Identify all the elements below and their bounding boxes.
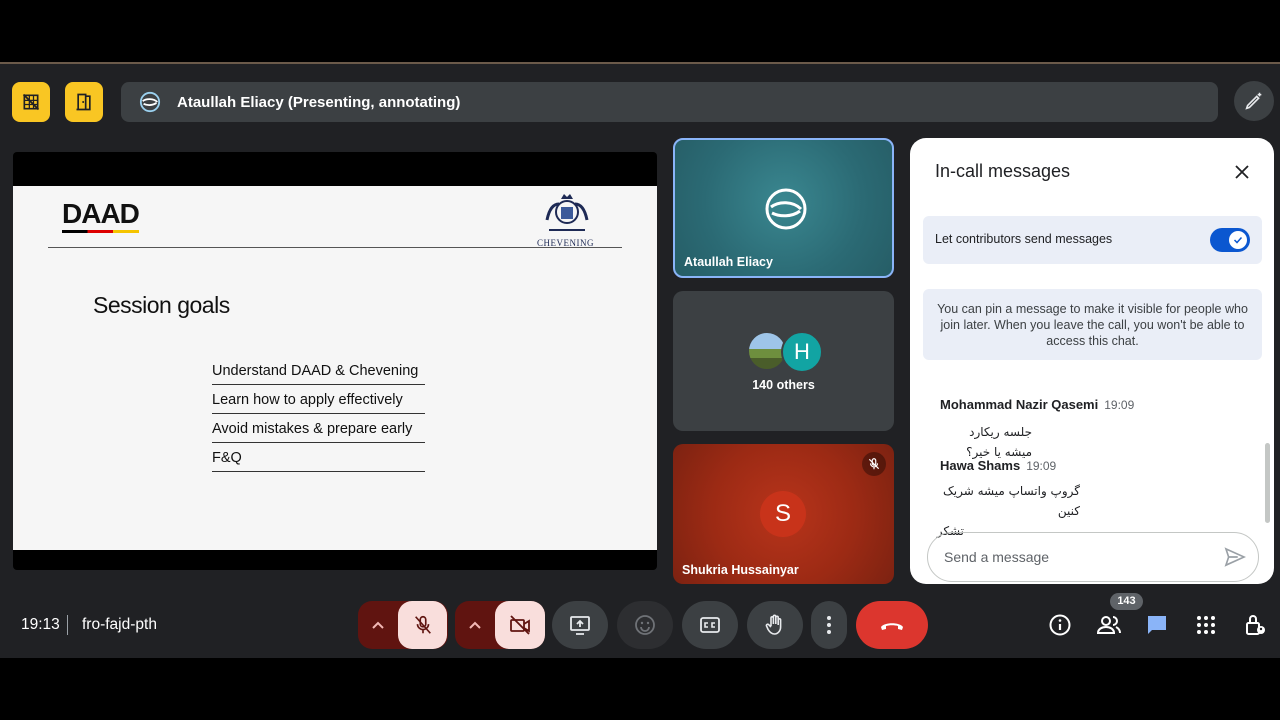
video-off-icon [510,615,530,635]
chat-button[interactable] [1144,612,1170,638]
top-divider [0,62,1280,64]
daad-logo: DAAD [62,198,140,229]
video-options-button[interactable] [455,601,495,649]
hide-annotations-button[interactable] [12,82,50,122]
end-call-icon [881,623,903,630]
goal-item: Understand DAAD & Chevening [212,356,425,385]
close-button[interactable] [1228,158,1256,186]
message-body: جلسه ریکارد میشه یا خیر؟ [966,425,1032,459]
presenter-logo-icon [139,91,161,113]
present-screen-icon [570,616,590,635]
slide-divider [48,247,622,248]
participants-count-badge: 143 [1110,593,1143,610]
present-screen-button[interactable] [552,601,608,649]
chevening-crest-icon [545,194,589,231]
audio-options-button[interactable] [358,601,398,649]
activities-button[interactable] [1193,612,1219,638]
daad-flag-bar [62,230,139,233]
pin-note: You can pin a message to make it visible… [923,289,1262,360]
grid-off-icon [22,93,40,111]
close-icon [1235,165,1249,179]
participant-tile-others[interactable]: H 140 others [673,291,894,431]
chat-message: Hawa Shams 19:09 گروپ واتساپ میشه شریک کن… [937,457,1250,541]
exit-annotation-button[interactable] [65,82,103,122]
slide: DAAD CHEVENING Session goals Understand … [13,186,657,550]
send-message-input[interactable]: Send a message [927,532,1259,582]
apps-grid-icon [1197,616,1215,634]
leave-call-button[interactable] [856,601,928,649]
info-icon [1049,614,1071,636]
annotate-button[interactable] [1234,81,1274,121]
mic-off-icon [414,615,431,634]
more-vert-icon [827,616,831,634]
message-sender: Mohammad Nazir Qasemi [940,397,1099,412]
captions-button[interactable] [682,601,738,649]
avatar: H [781,331,823,373]
check-icon [1229,231,1247,249]
message-time: 19:09 [1104,398,1135,412]
participant-name: Ataullah Eliacy [684,255,773,269]
pen-sparkle-icon [1245,92,1262,110]
chat-message: Mohammad Nazir Qasemi 19:09 جلسه ریکارد م… [940,396,1250,462]
raise-hand-button[interactable] [747,601,803,649]
door-icon [76,93,91,111]
reactions-button[interactable] [617,601,673,649]
toggle-label: Let contributors send messages [935,232,1113,246]
chevron-up-icon [372,621,384,629]
send-icon[interactable] [1224,547,1246,567]
divider [67,615,68,635]
people-button[interactable] [1096,612,1122,638]
meeting-details-button[interactable] [1047,612,1073,638]
more-options-button[interactable] [811,601,847,649]
goal-item: Learn how to apply effectively [212,385,425,414]
people-icon [1096,616,1121,634]
camera-toggle-button[interactable] [495,601,545,649]
presentation-view: DAAD CHEVENING Session goals Understand … [13,152,657,570]
contributors-toggle-row: Let contributors send messages [923,216,1262,264]
input-placeholder: Send a message [944,549,1050,565]
lock-person-icon [1246,615,1265,635]
presenter-avatar-icon [765,188,807,230]
participant-name: Shukria Hussainyar [682,563,799,577]
meeting-code: fro-fajd-pth [82,616,157,633]
participant-tile-presenter[interactable]: Ataullah Eliacy [673,138,894,278]
others-count: 140 others [752,378,815,392]
emoji-icon [635,615,655,635]
panel-title: In-call messages [935,161,1071,181]
presenting-title: Ataullah Eliacy (Presenting, annotating) [177,93,461,111]
chat-icon [1148,616,1166,634]
slide-title: Session goals [93,292,230,318]
message-sender: Hawa Shams [940,458,1021,473]
goal-item: F&Q [212,443,425,472]
mic-off-icon [862,452,886,476]
in-call-messages-panel: In-call messages Let contributors send m… [910,138,1274,584]
chevron-up-icon [469,621,481,629]
contributors-toggle[interactable] [1210,228,1250,252]
scrollbar[interactable] [1265,443,1270,523]
clock: 19:13 [21,616,60,633]
participant-tile-speaker[interactable]: S Shukria Hussainyar [673,444,894,584]
hand-icon [765,614,782,635]
host-controls-button[interactable] [1242,612,1268,638]
message-time: 19:09 [1026,459,1057,473]
goal-item: Avoid mistakes & prepare early [212,414,425,443]
mic-toggle-button[interactable] [398,601,447,649]
captions-icon [700,617,720,633]
avatar: S [760,491,806,537]
message-body: گروپ واتساپ میشه شریک کنین [943,484,1080,518]
presenting-banner: Ataullah Eliacy (Presenting, annotating) [121,82,1218,122]
